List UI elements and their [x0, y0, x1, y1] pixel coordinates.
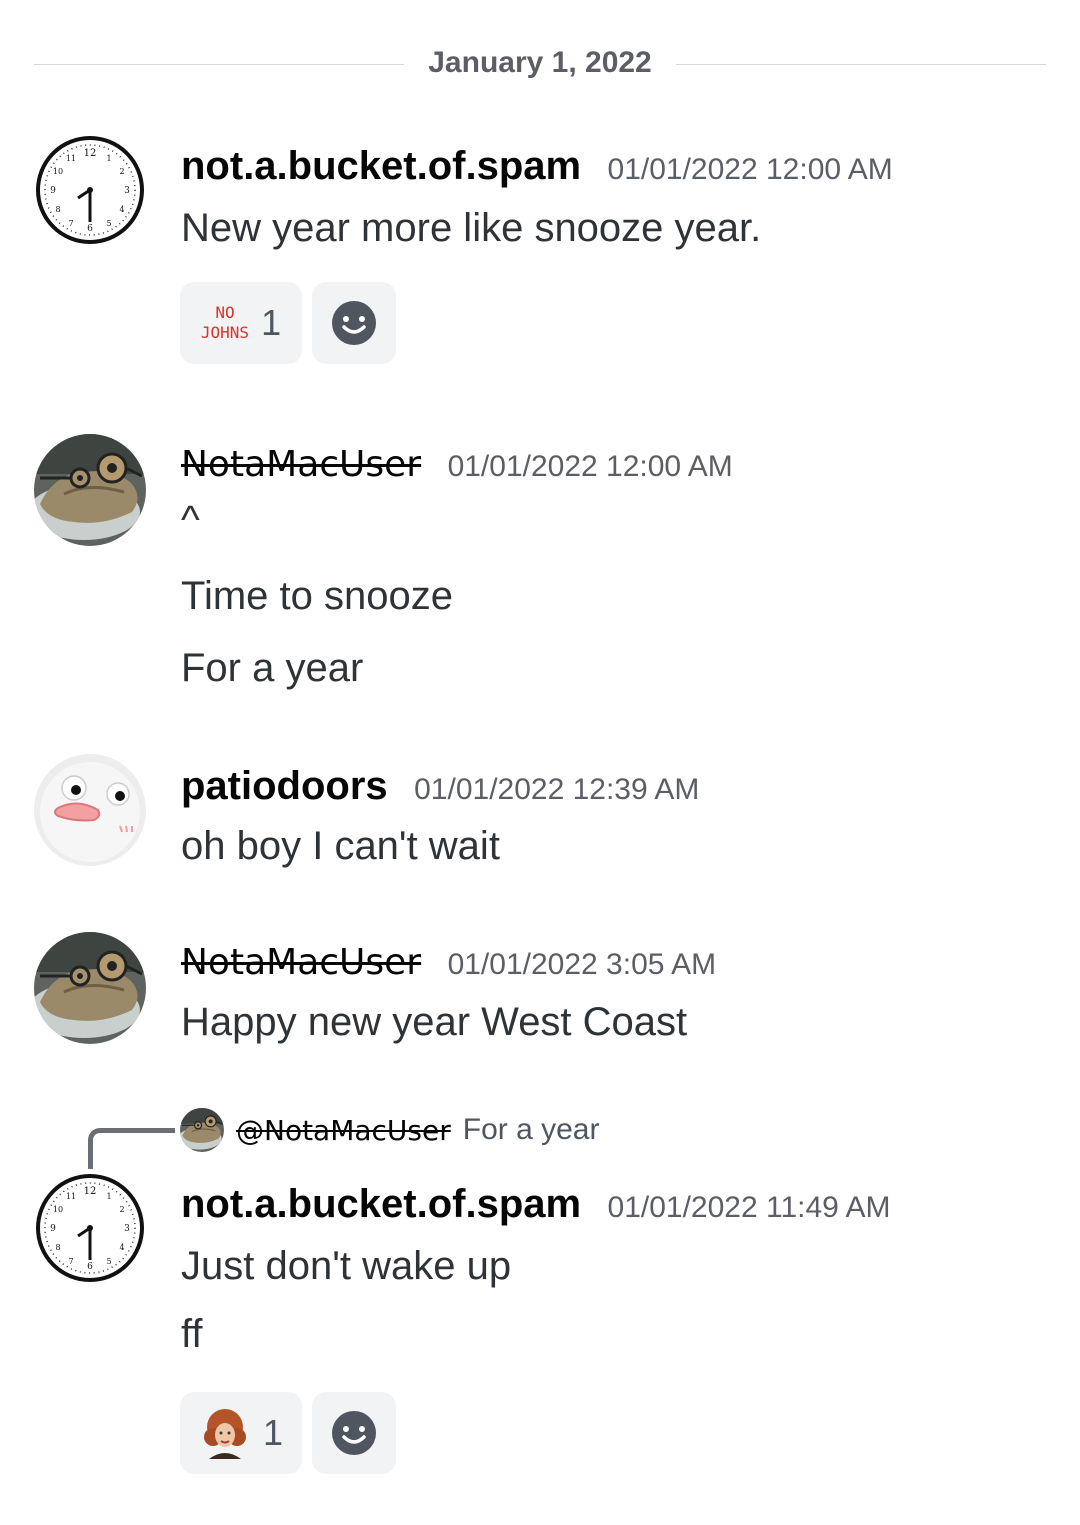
avatar-clock[interactable]: [34, 1172, 146, 1284]
message-text: Just don't wake up: [181, 1244, 512, 1288]
message-header: NotaMacUser 01/01/2022 3:05 AM: [181, 942, 716, 983]
timestamp: 01/01/2022 3:05 AM: [447, 948, 717, 981]
add-reaction-button[interactable]: [312, 1392, 396, 1474]
divider-line-right: [676, 64, 1046, 65]
clock-icon: [34, 134, 146, 246]
timestamp: 01/01/2022 12:00 AM: [447, 450, 733, 483]
reaction-no-johns[interactable]: NO JOHNS 1: [180, 282, 302, 364]
message-text: Time to snooze: [181, 574, 453, 618]
avatar-lizard[interactable]: [34, 434, 146, 546]
lizard-avatar: [34, 932, 146, 1044]
woman-portrait-emoji: [203, 1409, 246, 1459]
username[interactable]: not.a.bucket.of.spam: [181, 144, 581, 188]
username[interactable]: NotaMacUser: [181, 444, 421, 485]
reaction-count: 1: [261, 302, 282, 343]
avatar-lizard[interactable]: [34, 932, 146, 1044]
message-text: ^: [181, 498, 200, 542]
username[interactable]: not.a.bucket.of.spam: [181, 1182, 581, 1226]
message-text: Happy new year West Coast: [181, 1000, 688, 1044]
lizard-avatar: [34, 434, 146, 546]
username[interactable]: patiodoors: [181, 764, 388, 808]
username[interactable]: NotaMacUser: [181, 942, 421, 983]
timestamp: 01/01/2022 11:49 AM: [607, 1191, 891, 1224]
message-text: oh boy I can't wait: [181, 824, 500, 868]
message-text: ff: [181, 1312, 203, 1356]
reply-snippet: For a year: [462, 1113, 600, 1146]
timestamp: 01/01/2022 12:39 AM: [414, 773, 700, 806]
clock-icon: [34, 1172, 146, 1284]
avatar-clock[interactable]: [34, 134, 146, 246]
reply-mention[interactable]: @NotaMacUser: [236, 1114, 451, 1147]
no-johns-text-bottom: JOHNS: [200, 323, 250, 342]
avatar-blob[interactable]: [34, 754, 146, 866]
date-divider: January 1, 2022: [34, 42, 1046, 88]
smiley-icon: [332, 1411, 376, 1455]
smiley-icon: [332, 301, 376, 345]
no-johns-text-top: NO: [215, 303, 235, 322]
reaction-count: 1: [262, 1412, 284, 1453]
reply-preview[interactable]: @NotaMacUser For a year: [180, 1108, 599, 1152]
blob-face-avatar: [34, 754, 146, 866]
no-johns-emoji: NO JOHNS: [201, 303, 249, 343]
message-header: not.a.bucket.of.spam 01/01/2022 11:49 AM: [181, 1182, 891, 1227]
message-text: For a year: [181, 646, 364, 690]
reply-connector: [88, 1128, 175, 1169]
reply-avatar: [180, 1108, 224, 1152]
add-reaction-button[interactable]: [312, 282, 396, 364]
date-divider-label: January 1, 2022: [428, 46, 652, 79]
reaction-portrait[interactable]: 1: [180, 1392, 302, 1474]
lizard-avatar: [180, 1108, 224, 1152]
message-header: patiodoors 01/01/2022 12:39 AM: [181, 764, 699, 809]
message-header: not.a.bucket.of.spam 01/01/2022 12:00 AM: [181, 144, 893, 189]
message-header: NotaMacUser 01/01/2022 12:00 AM: [181, 444, 733, 485]
timestamp: 01/01/2022 12:00 AM: [607, 153, 893, 186]
message-text: New year more like snooze year.: [181, 206, 762, 250]
